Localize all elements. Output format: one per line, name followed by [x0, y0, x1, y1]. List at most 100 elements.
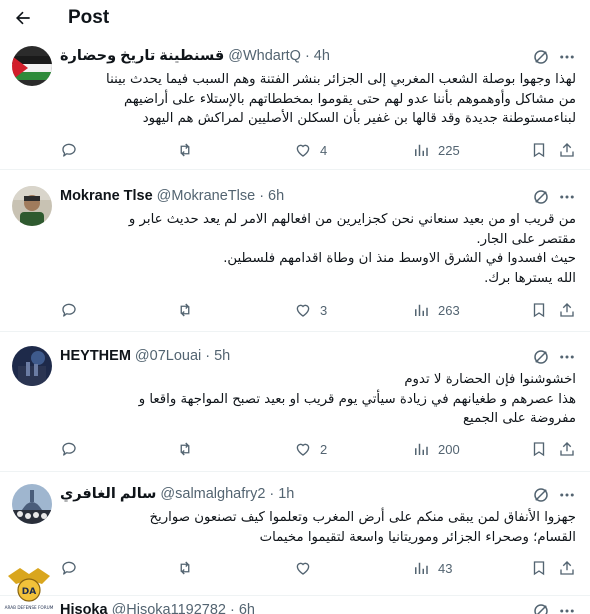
- author-name[interactable]: قسنطينة تاريخ وحضارة: [60, 48, 224, 64]
- reply-icon: [62, 442, 76, 456]
- bar-chart-icon: [415, 144, 428, 156]
- more-options-icon[interactable]: [558, 188, 576, 206]
- post-time[interactable]: 6h: [268, 188, 284, 204]
- reply-button[interactable]: [60, 141, 86, 159]
- views-count: 263: [438, 302, 460, 318]
- like-button[interactable]: 4: [294, 141, 327, 159]
- retweet-icon: [180, 561, 190, 575]
- tweet-text-line: الله يسترها برك.: [484, 270, 576, 286]
- post-header: Post: [0, 0, 590, 36]
- reply-button[interactable]: [60, 301, 86, 319]
- separator-dot: ·: [229, 602, 235, 614]
- reply-tweet-3[interactable]: HEYTHEM @07Louai · 5h اخشوشنوا فإن الحضا…: [0, 332, 590, 472]
- bar-chart-icon: [415, 562, 428, 574]
- views-count: 200: [438, 441, 460, 457]
- back-arrow-icon[interactable]: [12, 7, 34, 29]
- author-name[interactable]: Hisoka: [60, 602, 108, 614]
- post-time[interactable]: 1h: [278, 486, 294, 502]
- grok-icon[interactable]: [532, 602, 550, 614]
- bookmark-button[interactable]: [530, 440, 548, 458]
- more-options-icon[interactable]: [558, 48, 576, 66]
- bookmark-icon: [533, 303, 545, 318]
- author-name[interactable]: Mokrane Tlse: [60, 188, 153, 204]
- tweet-text: اخشوشنوا فإن الحضارة لا تدوم هذا عصرهم و…: [62, 370, 576, 429]
- bookmark-button[interactable]: [530, 141, 548, 159]
- tweet-text: لهذا وجهوا بوصلة الشعب المغربي إلى الجزا…: [62, 70, 576, 129]
- more-options-icon[interactable]: [558, 486, 576, 504]
- action-bar: 3 263: [60, 301, 576, 321]
- retweet-button[interactable]: [176, 141, 202, 159]
- heart-icon: [296, 304, 310, 317]
- tweet-text-line: من قريب او من بعيد سنعاني نحن كجزايرين م…: [128, 212, 576, 227]
- share-button[interactable]: [558, 301, 576, 319]
- bookmark-icon: [533, 561, 545, 576]
- reply-tweet-1[interactable]: قسنطينة تاريخ وحضارة @WhdartQ · 4h لهذا …: [0, 36, 590, 170]
- action-bar: 2 200: [60, 440, 576, 460]
- views-count: 225: [438, 142, 460, 158]
- retweet-icon: [180, 303, 190, 317]
- share-icon: [560, 442, 574, 456]
- tweet-text-line: مقتصر على الجار.: [476, 231, 576, 247]
- bookmark-icon: [533, 442, 545, 457]
- share-icon: [560, 143, 574, 157]
- share-button[interactable]: [558, 440, 576, 458]
- heart-icon: [296, 443, 310, 456]
- retweet-button[interactable]: [176, 440, 202, 458]
- watermark-logo: DA ARAB DEFENSE FORUM: [5, 568, 54, 610]
- bar-chart-icon: [415, 304, 428, 316]
- more-options-icon[interactable]: [558, 602, 576, 614]
- reply-icon: [62, 561, 76, 575]
- like-button[interactable]: 3: [294, 301, 327, 319]
- separator-dot: ·: [259, 188, 265, 204]
- tweet-text: جهزوا الأنفاق لمن يبقى منكم على أرض المغ…: [62, 508, 576, 547]
- tweet-text-line: اخشوشنوا فإن الحضارة لا تدوم: [404, 372, 576, 387]
- like-count: 4: [320, 142, 328, 158]
- share-button[interactable]: [558, 141, 576, 159]
- reply-tweet-5[interactable]: Hisoka @Hisoka1192782 · 6h: [0, 596, 590, 614]
- share-button[interactable]: [558, 559, 576, 577]
- grok-icon[interactable]: [532, 486, 550, 504]
- heart-icon: [296, 144, 310, 157]
- post-time[interactable]: 5h: [214, 348, 230, 364]
- tweet-text: من قريب او من بعيد سنعاني نحن كجزايرين م…: [62, 210, 576, 288]
- like-count: 3: [320, 302, 328, 318]
- reply-tweet-2[interactable]: Mokrane Tlse @MokraneTlse · 6h من قريب ا…: [0, 170, 590, 332]
- reply-tweet-4[interactable]: سالم الغافري @salmalghafry2 · 1h جهزوا ا…: [0, 472, 590, 596]
- share-icon: [560, 303, 574, 317]
- separator-dot: ·: [269, 486, 275, 502]
- reply-button[interactable]: [60, 440, 86, 458]
- avatar[interactable]: [12, 46, 52, 86]
- grok-icon[interactable]: [532, 48, 550, 66]
- grok-icon[interactable]: [532, 348, 550, 366]
- author-handle[interactable]: @salmalghafry2: [160, 486, 265, 502]
- post-time[interactable]: 4h: [314, 48, 330, 64]
- grok-icon[interactable]: [532, 188, 550, 206]
- bookmark-button[interactable]: [530, 301, 548, 319]
- like-button[interactable]: [294, 559, 320, 577]
- heart-icon: [296, 562, 310, 575]
- author-handle[interactable]: @MokraneTlse: [157, 188, 256, 204]
- like-button[interactable]: 2: [294, 440, 327, 458]
- retweet-icon: [180, 442, 190, 456]
- retweet-button[interactable]: [176, 301, 202, 319]
- more-options-icon[interactable]: [558, 348, 576, 366]
- reply-icon: [62, 303, 76, 317]
- views-button[interactable]: 200: [412, 440, 460, 458]
- post-time[interactable]: 6h: [239, 602, 255, 614]
- tweet-text-line: مفروضة على الجميع: [462, 411, 576, 426]
- views-button[interactable]: 43: [412, 559, 452, 577]
- views-button[interactable]: 225: [412, 141, 460, 159]
- avatar[interactable]: [12, 346, 52, 386]
- author-handle[interactable]: @WhdartQ: [228, 48, 301, 64]
- avatar[interactable]: [12, 186, 52, 226]
- reply-button[interactable]: [60, 559, 86, 577]
- author-name[interactable]: HEYTHEM: [60, 348, 131, 364]
- retweet-button[interactable]: [176, 559, 202, 577]
- author-name[interactable]: سالم الغافري: [60, 486, 156, 502]
- views-button[interactable]: 263: [412, 301, 460, 319]
- author-handle[interactable]: @07Louai: [135, 348, 201, 364]
- avatar[interactable]: [12, 484, 52, 524]
- bookmark-button[interactable]: [530, 559, 548, 577]
- reply-icon: [62, 143, 76, 157]
- author-handle[interactable]: @Hisoka1192782: [112, 602, 226, 614]
